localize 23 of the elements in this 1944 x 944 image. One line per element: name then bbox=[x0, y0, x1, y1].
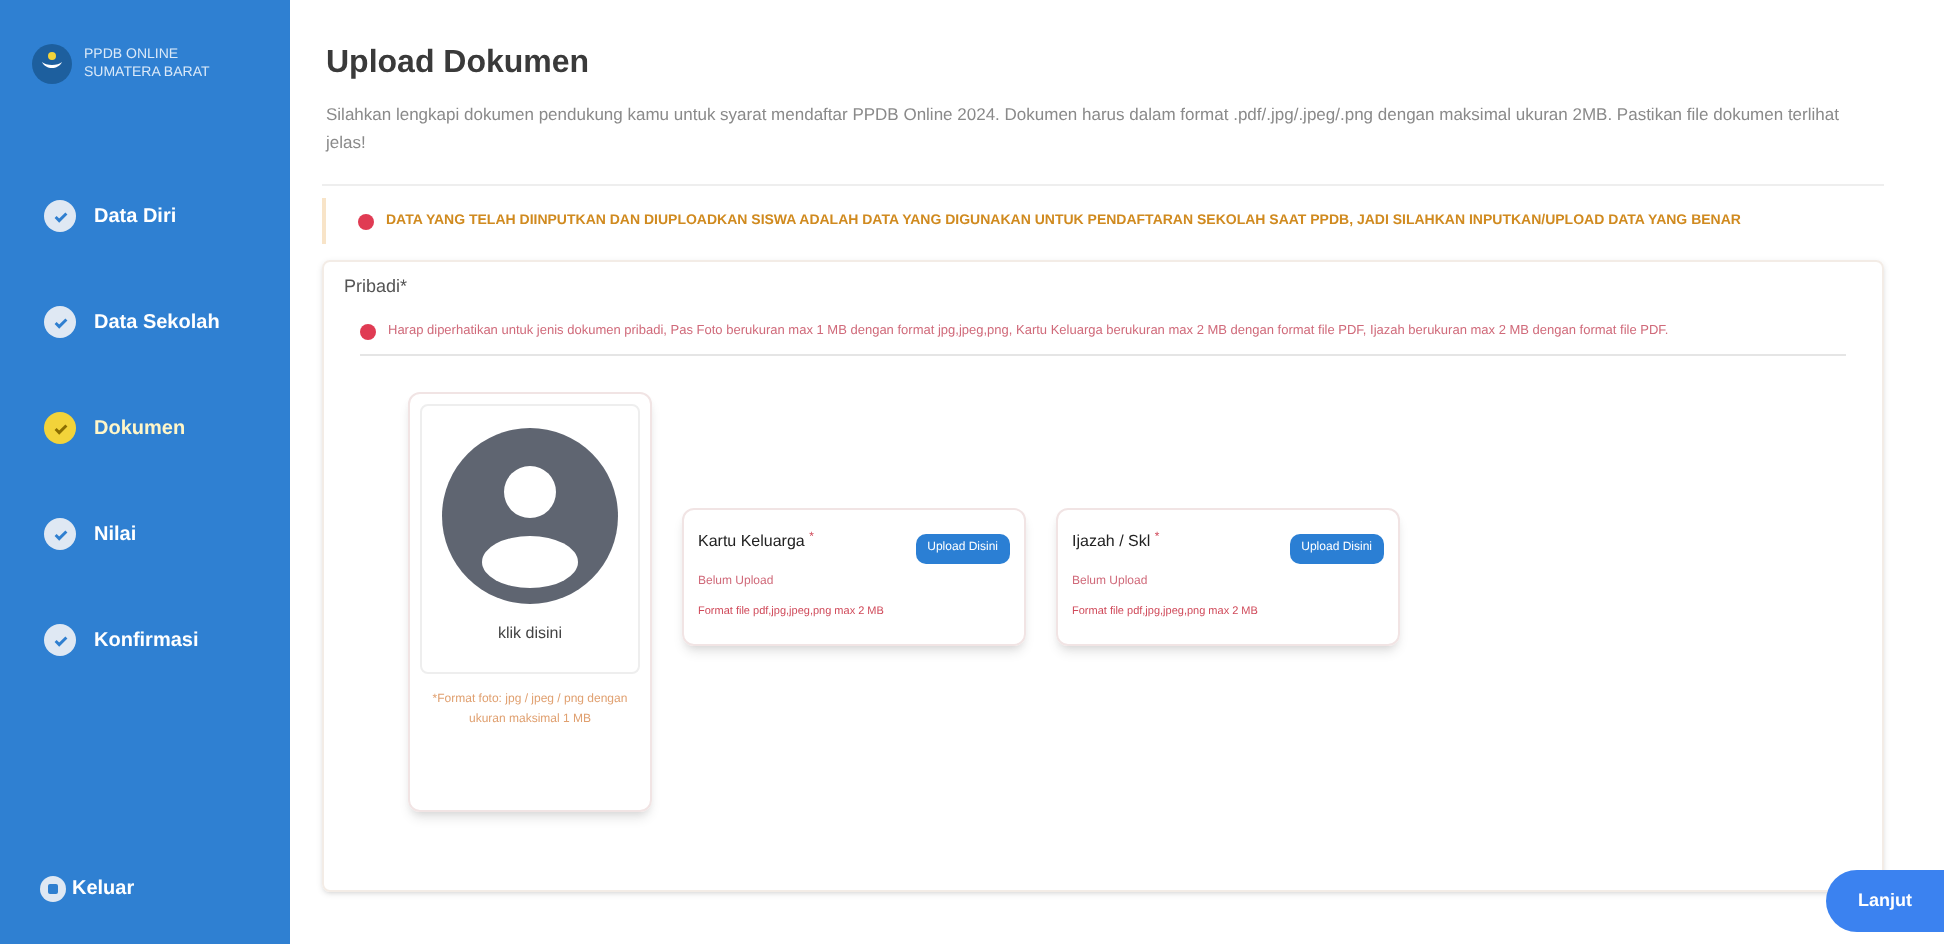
step-item[interactable]: Dokumen bbox=[44, 412, 246, 444]
step-item[interactable]: Konfirmasi bbox=[44, 624, 246, 656]
step-item[interactable]: Nilai bbox=[44, 518, 246, 550]
logo-icon bbox=[32, 44, 72, 84]
document-title: Kartu Keluarga $^{*}$ bbox=[698, 529, 814, 553]
step-check-icon bbox=[44, 412, 76, 444]
document-title: Ijazah / Skl $^{*}$ bbox=[1072, 529, 1160, 553]
logout-icon bbox=[40, 876, 66, 902]
step-check-icon bbox=[44, 200, 76, 232]
step-item[interactable]: Data Sekolah bbox=[44, 306, 246, 338]
logout-button[interactable]: Keluar bbox=[40, 874, 246, 904]
photo-upload-area[interactable]: klik disini bbox=[420, 403, 640, 673]
avatar-icon bbox=[440, 425, 620, 605]
step-check-icon bbox=[44, 518, 76, 550]
page-description: Silahkan lengkapi dokumen pendukung kamu untuk syarat mendaftar PPDB Online 2024. Dokumen harus dalam format .pdf/.jpg/.jpeg/.png dengan maksimal ukuran 2MB. Pastikan file dokumen terlihat jelas! bbox=[326, 102, 1841, 156]
step-check-icon bbox=[44, 624, 76, 656]
next-button[interactable]: Lanjut bbox=[1826, 869, 1944, 932]
step-item[interactable]: Data Diri bbox=[44, 200, 246, 232]
alert-icon bbox=[360, 323, 376, 339]
section-title: Pribadi* bbox=[344, 274, 410, 300]
page-title: Upload Dokumen bbox=[326, 44, 592, 84]
step-check-icon bbox=[44, 306, 76, 338]
alert-icon bbox=[358, 214, 374, 230]
